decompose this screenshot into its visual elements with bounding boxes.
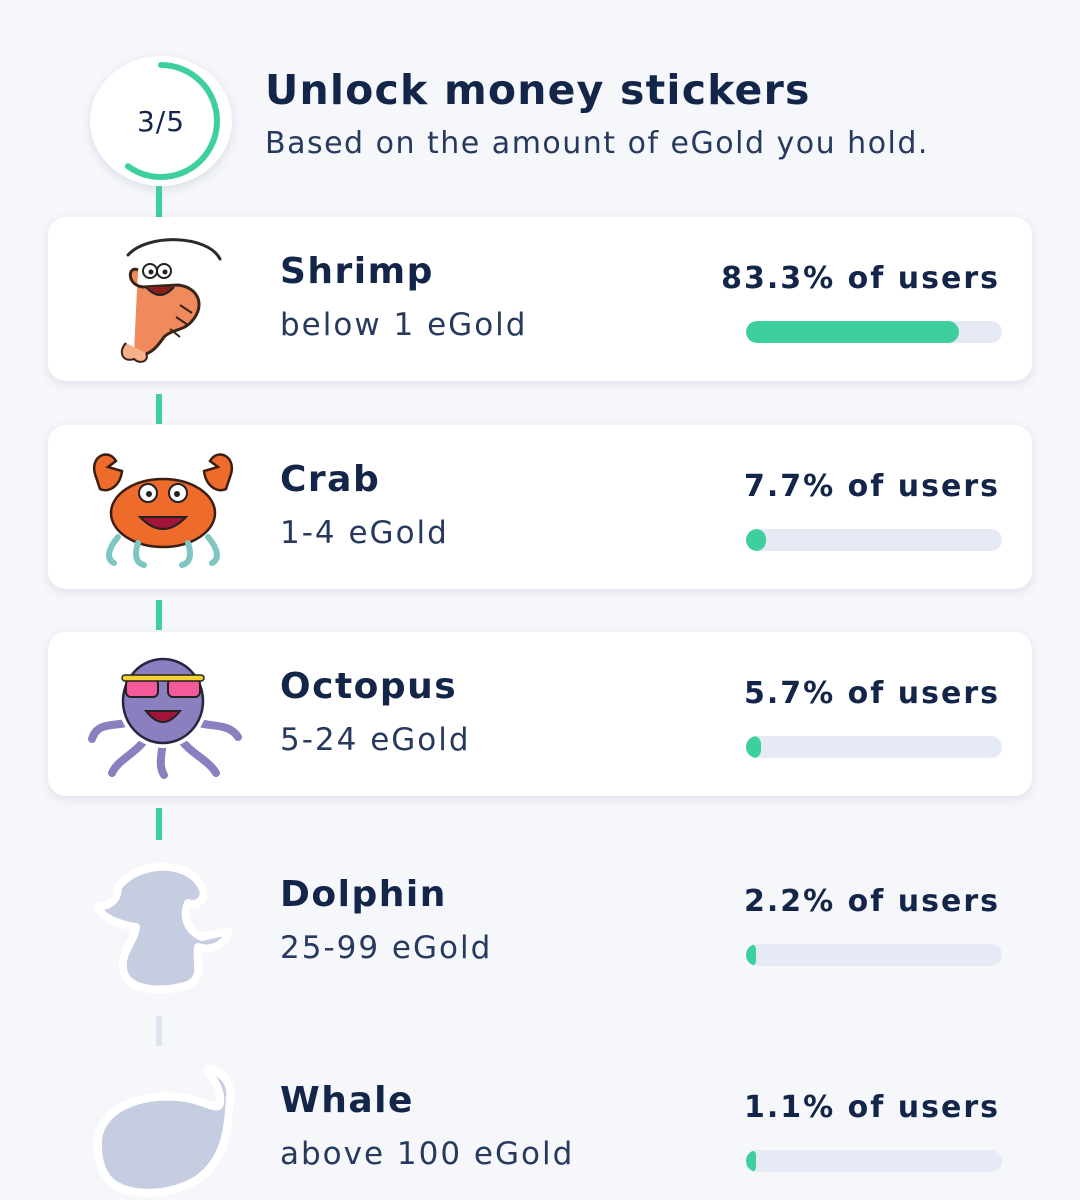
tier-row-dolphin-locked[interactable]: Dolphin 25-99 eGold 2.2% of users [48, 840, 1032, 1004]
shrimp-sticker-icon [78, 225, 248, 373]
tier-row-whale-locked[interactable]: Whale above 100 eGold 1.1% of users [48, 1046, 1032, 1200]
timeline-connector [156, 394, 162, 424]
tier-name: Shrimp [280, 251, 434, 292]
page-title: Unlock money stickers [265, 66, 811, 114]
timeline-connector-locked [156, 1016, 162, 1046]
tier-share-bar-fill [746, 736, 761, 758]
tier-share-bar-fill [746, 529, 766, 551]
timeline-connector [156, 186, 162, 218]
timeline-connector [156, 600, 162, 630]
tier-name: Crab [280, 459, 381, 500]
tier-user-share: 2.2% of users [744, 884, 1000, 919]
tier-share-bar [746, 529, 1002, 551]
level-progress-ring: 3/5 [90, 56, 234, 186]
tier-user-share: 83.3% of users [721, 261, 1000, 296]
tier-card-shrimp[interactable]: Shrimp below 1 eGold 83.3% of users [48, 217, 1032, 381]
timeline-connector [156, 808, 162, 840]
tier-card-octopus[interactable]: Octopus 5-24 eGold 5.7% of users [48, 632, 1032, 796]
progress-ring-label: 3/5 [136, 104, 186, 138]
tier-user-share: 5.7% of users [744, 676, 1000, 711]
tier-share-bar-fill [746, 1150, 757, 1172]
tier-name: Whale [280, 1080, 414, 1121]
tier-name: Dolphin [280, 874, 447, 915]
tier-range: 25-99 eGold [280, 930, 493, 966]
tier-range: 5-24 eGold [280, 722, 471, 758]
dolphin-silhouette-icon [78, 848, 248, 996]
page-subtitle: Based on the amount of eGold you hold. [265, 126, 929, 161]
tier-share-bar [746, 321, 1002, 343]
tier-share-bar [746, 1150, 1002, 1172]
tier-user-share: 7.7% of users [744, 469, 1000, 504]
tier-range: below 1 eGold [280, 307, 528, 343]
tier-range: above 100 eGold [280, 1136, 575, 1172]
tier-card-crab[interactable]: Crab 1-4 eGold 7.7% of users [48, 425, 1032, 589]
tier-share-bar-fill [746, 944, 757, 966]
crab-sticker-icon [78, 433, 248, 581]
tier-share-bar [746, 944, 1002, 966]
tier-share-bar-fill [746, 321, 960, 343]
whale-silhouette-icon [78, 1054, 248, 1200]
tier-name: Octopus [280, 666, 458, 707]
tier-user-share: 1.1% of users [744, 1090, 1000, 1125]
octopus-sticker-icon [78, 640, 248, 788]
tier-share-bar [746, 736, 1002, 758]
tier-range: 1-4 eGold [280, 515, 449, 551]
